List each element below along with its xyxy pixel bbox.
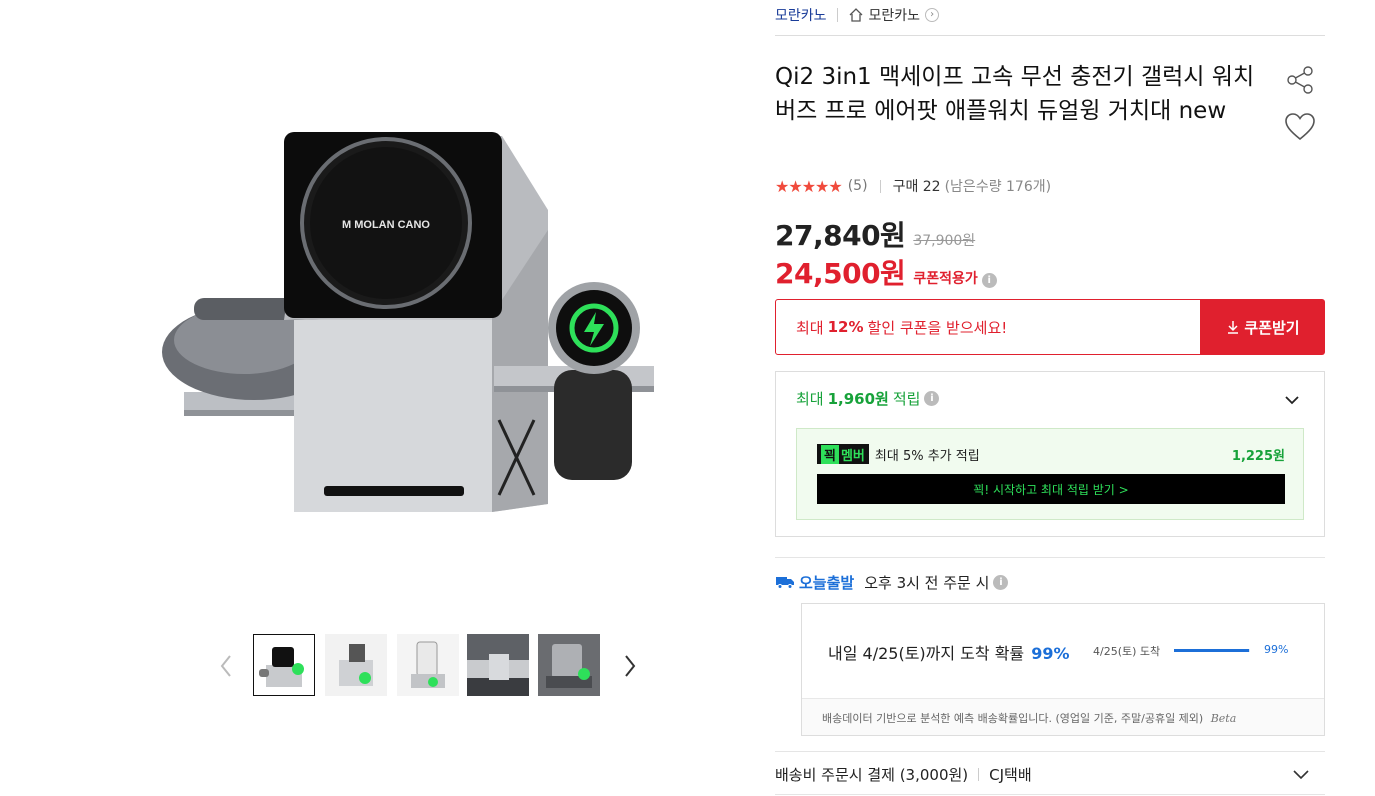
review-count[interactable]: (5) bbox=[848, 178, 868, 194]
coupon-prefix: 최대 bbox=[796, 318, 824, 337]
info-icon[interactable]: i bbox=[981, 273, 997, 288]
points-summary: 최대 1,960원 적립 i bbox=[796, 388, 940, 409]
today-dispatch-label: 오늘출발 bbox=[799, 573, 855, 592]
coupon-price-row: 24,500원 쿠폰적용가 i bbox=[775, 252, 997, 290]
coupon-percent: 12% bbox=[827, 318, 864, 336]
shipping-toggle-button[interactable] bbox=[1291, 764, 1311, 784]
breadcrumb-store-link[interactable]: 모란카노 bbox=[869, 5, 921, 25]
divider bbox=[775, 794, 1325, 795]
points-prefix: 최대 bbox=[796, 390, 824, 408]
get-coupon-label: 쿠폰받기 bbox=[1244, 318, 1300, 337]
arrival-mini-percent: 99% bbox=[1264, 643, 1289, 656]
today-dispatch-row: 오늘출발 오후 3시 전 주문 시 i bbox=[775, 571, 1009, 593]
divider bbox=[775, 35, 1325, 36]
divider bbox=[775, 751, 1325, 752]
points-amount: 1,960원 bbox=[827, 390, 889, 408]
delivery-forecast-main: 내일 4/25(토)까지 도착 확률 99% 4/25(토) 도착 99% bbox=[802, 604, 1324, 699]
divider bbox=[978, 767, 980, 781]
coupon-price: 24,500원 bbox=[775, 257, 906, 290]
download-icon bbox=[1228, 321, 1239, 334]
home-icon bbox=[849, 8, 862, 22]
thumbnail-4[interactable] bbox=[467, 634, 529, 696]
thumbnail-strip bbox=[214, 634, 654, 698]
divider bbox=[879, 179, 881, 193]
heart-icon bbox=[1285, 113, 1315, 141]
chevron-down-icon bbox=[1293, 770, 1309, 780]
arrival-forecast: 내일 4/25(토)까지 도착 확률 99% bbox=[828, 640, 1070, 664]
product-title: Qi2 3in1 맥세이프 고속 무선 충전기 갤럭시 워치 버즈 프로 에어팟… bbox=[775, 64, 1255, 125]
rating-row: ★★★★★ (5) 구매 22 (남은수량 176개) bbox=[775, 176, 1051, 196]
remaining-stock: (남은수량 176개) bbox=[944, 179, 1052, 195]
shipping-fee: 배송비 주문시 결제 (3,000원) bbox=[775, 765, 969, 784]
shipping-row: 배송비 주문시 결제 (3,000원) CJ택배 bbox=[775, 762, 1325, 786]
shipping-carrier: CJ택배 bbox=[989, 765, 1032, 784]
arrival-mini-date: 4/25(토) 도착 bbox=[1093, 645, 1161, 658]
points-suffix: 적립 bbox=[892, 390, 921, 408]
purchase-count: 구매 22 bbox=[892, 179, 941, 195]
share-button[interactable] bbox=[1284, 64, 1316, 96]
points-toggle-button[interactable] bbox=[1282, 390, 1302, 410]
member-benefit-amount: 1,225원 bbox=[1231, 448, 1285, 464]
thumbnail-charger-front-icon bbox=[254, 635, 314, 695]
delivery-note: 배송데이터 기반으로 분석한 예측 배송확률입니다. (영업일 기준, 주말/공… bbox=[822, 710, 1236, 726]
member-benefit-row: 꾁 멤버 최대 5% 추가 적립 1,225원 bbox=[817, 443, 1285, 465]
member-badge-logo: 꾁 bbox=[821, 444, 839, 464]
chevron-left-icon bbox=[220, 655, 231, 677]
divider bbox=[775, 557, 1325, 558]
chevron-down-icon bbox=[1285, 396, 1299, 405]
thumb-prev-button[interactable] bbox=[214, 648, 238, 684]
thumbnail-1[interactable] bbox=[253, 634, 315, 696]
thumbnail-charger-phone-icon bbox=[397, 634, 459, 696]
info-icon[interactable]: i bbox=[993, 574, 1009, 590]
price-row: 27,840원 37,900원 bbox=[775, 214, 976, 252]
rating-stars: ★★★★★ bbox=[775, 176, 843, 196]
breadcrumb-divider bbox=[836, 8, 838, 22]
charger-product-icon: M MOLAN CANO bbox=[162, 132, 654, 512]
delivery-note-text: 배송데이터 기반으로 분석한 예측 배송확률입니다. (영업일 기준, 주말/공… bbox=[822, 712, 1204, 725]
chevron-right-icon[interactable]: › bbox=[925, 8, 940, 22]
arrival-probability-bar bbox=[1174, 649, 1250, 652]
delivery-forecast-box: 내일 4/25(토)까지 도착 확률 99% 4/25(토) 도착 99% 배송… bbox=[801, 603, 1325, 736]
member-benefit-box: 꾁 멤버 최대 5% 추가 적립 1,225원 꾁! 시작하고 최대 적립 받기… bbox=[796, 428, 1304, 520]
member-badge: 꾁 멤버 bbox=[817, 444, 869, 464]
thumb-next-button[interactable] bbox=[618, 648, 642, 684]
svg-text:M MOLAN CANO: M MOLAN CANO bbox=[342, 219, 430, 231]
member-start-button[interactable]: 꾁! 시작하고 최대 적립 받기 > bbox=[817, 474, 1285, 504]
points-panel: 최대 1,960원 적립 i 꾁 멤버 최대 5% 추가 적립 1,225원 꾁… bbox=[775, 371, 1325, 537]
coupon-banner: 최대 12% 할인 쿠폰을 받으세요! bbox=[775, 299, 1201, 355]
original-price: 37,900원 bbox=[913, 233, 976, 249]
arrival-forecast-percent: 99% bbox=[1031, 644, 1070, 663]
thumbnail-2[interactable] bbox=[325, 634, 387, 696]
share-icon bbox=[1287, 66, 1313, 94]
thumbnail-charger-side-icon bbox=[325, 634, 387, 696]
beta-label: Beta bbox=[1210, 712, 1237, 725]
arrival-forecast-text: 내일 4/25(토)까지 도착 확률 bbox=[828, 644, 1025, 663]
wishlist-button[interactable] bbox=[1284, 112, 1316, 142]
today-dispatch-text: 오후 3시 전 주문 시 bbox=[864, 573, 990, 592]
coupon-price-label: 쿠폰적용가 bbox=[913, 271, 978, 287]
thumbnail-5[interactable] bbox=[538, 634, 600, 696]
breadcrumb: 모란카노 모란카노 › bbox=[775, 4, 940, 26]
arrival-probability-fill bbox=[1174, 649, 1250, 652]
breadcrumb-seller-link[interactable]: 모란카노 bbox=[775, 5, 827, 25]
get-coupon-button[interactable]: 쿠폰받기 bbox=[1201, 299, 1325, 355]
chevron-right-icon bbox=[625, 655, 636, 677]
info-icon[interactable]: i bbox=[924, 391, 940, 406]
thumbnail-charger-desk-icon bbox=[467, 634, 529, 696]
main-product-image: M MOLAN CANO bbox=[124, 40, 724, 586]
member-badge-label: 멤버 bbox=[840, 448, 865, 464]
member-benefit-text: 최대 5% 추가 적립 bbox=[874, 448, 980, 464]
truck-icon bbox=[776, 577, 794, 589]
coupon-suffix: 할인 쿠폰을 받으세요! bbox=[867, 318, 1008, 337]
current-price: 27,840원 bbox=[775, 219, 906, 252]
thumbnail-3[interactable] bbox=[397, 634, 459, 696]
product-info-panel: 모란카노 모란카노 › Qi2 3in1 맥세이프 고속 무선 충전기 갤럭시 … bbox=[775, 0, 1325, 796]
thumbnail-charger-dark-icon bbox=[538, 634, 600, 696]
